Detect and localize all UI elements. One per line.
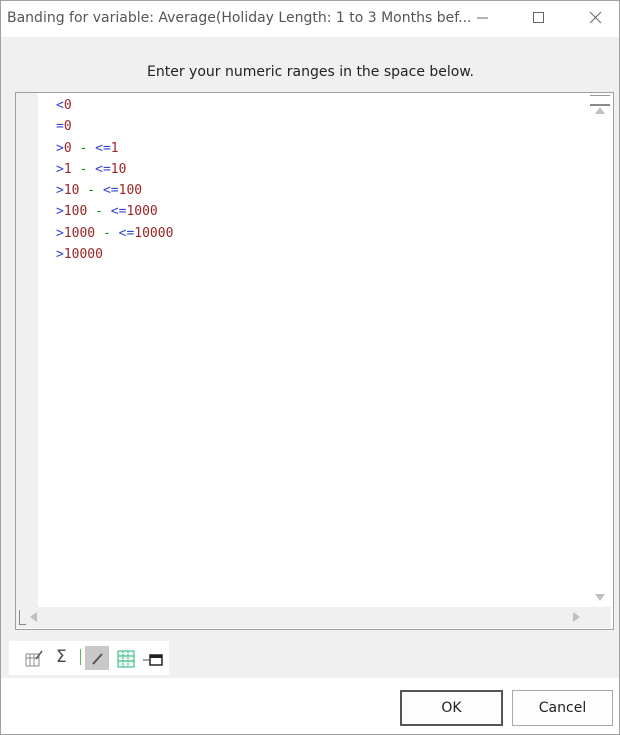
range-number: 10 xyxy=(110,161,127,177)
edit-button[interactable] xyxy=(85,646,109,670)
range-operator: > xyxy=(56,204,64,220)
grid-button[interactable] xyxy=(113,646,137,670)
range-number: 100 xyxy=(118,183,143,199)
range-number: 10 xyxy=(63,183,80,199)
range-line[interactable]: <0 xyxy=(56,95,173,116)
range-line[interactable]: >0 - <=1 xyxy=(56,138,173,159)
scroll-corner xyxy=(590,607,611,628)
range-operator: > xyxy=(56,247,64,263)
range-number: 1 xyxy=(110,140,119,156)
cancel-button[interactable]: Cancel xyxy=(512,690,613,726)
close-icon xyxy=(589,11,602,24)
ranges-editor[interactable]: <0 =0 >0 - <=1 >1 - <=10 >10 - <=100 >100 - <… xyxy=(15,92,614,630)
scroll-right-icon[interactable] xyxy=(573,612,580,622)
split-handle-horizontal[interactable] xyxy=(19,610,26,625)
range-operator: < xyxy=(56,98,64,113)
range-operator: > xyxy=(56,183,64,199)
insert-panel-button[interactable] xyxy=(139,646,163,670)
table-edit-button[interactable] xyxy=(21,646,45,670)
split-handle[interactable] xyxy=(590,95,610,106)
range-operator: <= xyxy=(110,204,127,220)
edit-pencil-icon xyxy=(92,653,103,665)
insert-panel-icon xyxy=(143,654,163,666)
ok-button[interactable]: OK xyxy=(400,690,503,726)
minimize-icon xyxy=(477,17,488,19)
grid-icon xyxy=(117,650,135,668)
ranges-text[interactable]: <0 =0 >0 - <=1 >1 - <=10 >10 - <=100 >100 - <… xyxy=(56,95,173,265)
range-separator: - xyxy=(71,161,96,177)
toolbar-divider xyxy=(80,649,81,665)
range-line[interactable]: >10000 xyxy=(56,244,173,265)
range-line[interactable]: >10 - <=100 xyxy=(56,180,173,201)
range-separator: - xyxy=(87,204,111,220)
dialog-window: Banding for variable: Average(Holiday Le… xyxy=(0,0,620,735)
scroll-down-icon[interactable] xyxy=(595,594,605,601)
range-operator: <= xyxy=(95,140,111,156)
range-line[interactable]: >1 - <=10 xyxy=(56,159,173,180)
range-operator: > xyxy=(56,225,64,241)
range-line[interactable]: =0 xyxy=(56,116,173,137)
range-number: 1000 xyxy=(63,225,96,241)
dialog-body: Enter your numeric ranges in the space b… xyxy=(5,45,616,676)
editor-toolbar: Σ xyxy=(9,641,169,675)
title-bar[interactable]: Banding for variable: Average(Holiday Le… xyxy=(1,1,619,37)
range-number: 0 xyxy=(63,140,72,156)
button-bar: OK Cancel xyxy=(1,678,619,734)
horizontal-scrollbar[interactable] xyxy=(16,607,590,628)
range-line[interactable]: >1000 - <=10000 xyxy=(56,223,173,244)
window-title: Banding for variable: Average(Holiday Le… xyxy=(7,10,472,26)
scroll-up-icon[interactable] xyxy=(595,107,605,114)
range-operator: > xyxy=(56,140,64,156)
range-operator: <= xyxy=(118,225,135,241)
range-number: 10000 xyxy=(134,225,174,241)
range-separator: - xyxy=(79,183,103,199)
range-separator: - xyxy=(71,140,96,156)
range-number: 1 xyxy=(63,161,72,177)
sum-icon: Σ xyxy=(56,647,67,667)
range-number: 1000 xyxy=(126,204,158,220)
instruction-label: Enter your numeric ranges in the space b… xyxy=(147,64,474,80)
range-line[interactable]: >100 - <=1000 xyxy=(56,201,173,222)
range-operator: > xyxy=(56,161,64,177)
range-number: 100 xyxy=(63,204,88,220)
range-operator: <= xyxy=(95,161,111,177)
maximize-icon xyxy=(533,12,544,23)
maximize-button[interactable] xyxy=(516,1,562,35)
range-number: 10000 xyxy=(63,247,103,263)
range-separator: - xyxy=(95,225,119,241)
close-button[interactable] xyxy=(573,1,619,35)
sum-button[interactable]: Σ xyxy=(51,646,75,670)
range-number: 0 xyxy=(63,98,72,113)
editor-gutter xyxy=(16,93,38,608)
scroll-left-icon[interactable] xyxy=(30,612,37,622)
range-operator: = xyxy=(56,119,64,135)
vertical-scrollbar[interactable] xyxy=(590,93,611,607)
range-operator: <= xyxy=(102,183,119,199)
range-number: 0 xyxy=(63,119,72,135)
table-edit-icon xyxy=(25,650,43,667)
minimize-button[interactable] xyxy=(460,1,506,35)
